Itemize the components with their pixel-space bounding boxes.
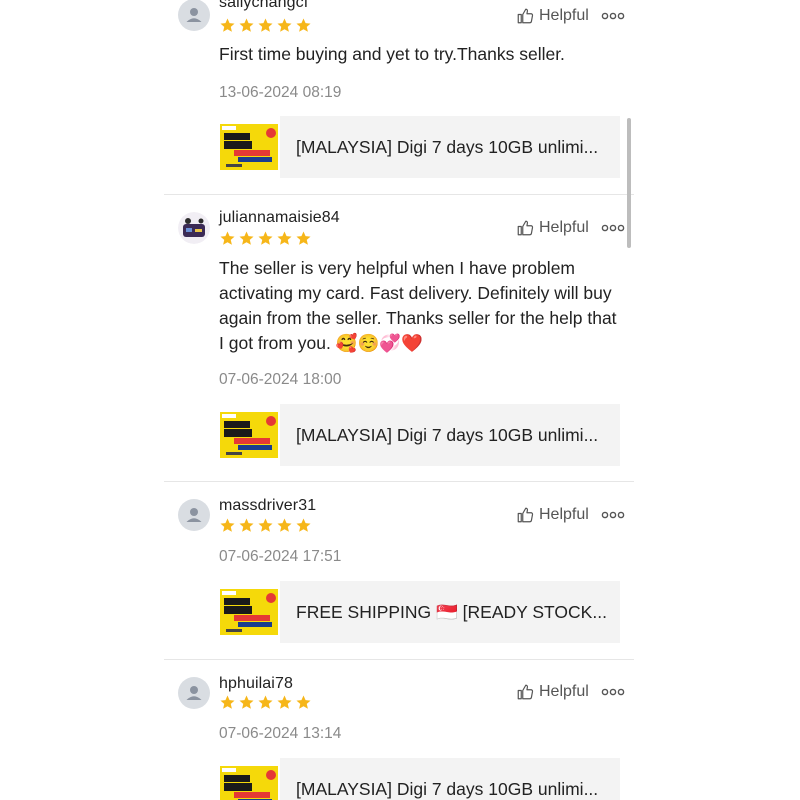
star-icon	[239, 18, 254, 32]
more-options-icon[interactable]	[601, 223, 625, 233]
avatar[interactable]	[178, 0, 210, 31]
scrollbar[interactable]	[627, 118, 631, 248]
user-placeholder-icon	[186, 686, 202, 700]
star-icon	[220, 18, 235, 32]
star-icon	[277, 18, 292, 32]
product-title: FREE SHIPPING 🇸🇬 [READY STOCK...	[296, 601, 607, 622]
product-thumbnail	[218, 581, 280, 643]
thumbs-up-icon	[517, 220, 534, 236]
helpful-label: Helpful	[539, 219, 589, 236]
product-title: [MALAYSIA] Digi 7 days 10GB unlimi...	[296, 778, 599, 799]
user-placeholder-icon	[186, 508, 202, 522]
review-username[interactable]: juliannamaisie84	[219, 209, 340, 227]
star-icon	[220, 695, 235, 709]
digi-prepaid-card-image	[220, 124, 278, 170]
review-text: First time buying and yet to try.Thanks …	[219, 44, 565, 64]
star-icon	[258, 231, 273, 245]
review-username[interactable]: hphuilai78	[219, 675, 293, 693]
star-icon	[239, 231, 254, 245]
product-card[interactable]: [MALAYSIA] Digi 7 days 10GB unlimi...	[218, 758, 620, 800]
star-icon	[239, 518, 254, 532]
review-date: 07-06-2024 18:00	[219, 371, 342, 388]
more-options-icon[interactable]	[601, 687, 625, 697]
rating-stars	[219, 517, 312, 534]
review-date: 07-06-2024 13:14	[219, 725, 342, 742]
profile-photo	[178, 212, 210, 244]
product-thumbnail	[218, 758, 280, 800]
product-title: [MALAYSIA] Digi 7 days 10GB unlimi...	[296, 424, 599, 445]
star-icon	[220, 518, 235, 532]
star-icon	[239, 695, 254, 709]
review-username[interactable]: massdriver31	[219, 497, 316, 515]
avatar[interactable]	[178, 212, 210, 244]
helpful-button[interactable]: Helpful	[516, 7, 589, 25]
digi-prepaid-card-image	[220, 766, 278, 800]
more-options-icon[interactable]	[601, 510, 625, 520]
product-title: [MALAYSIA] Digi 7 days 10GB unlimi...	[296, 136, 599, 157]
review-item: juliannamaisie84 Helpful The seller is v…	[164, 194, 634, 482]
product-card[interactable]: [MALAYSIA] Digi 7 days 10GB unlimi...	[218, 116, 620, 178]
product-card[interactable]: [MALAYSIA] Digi 7 days 10GB unlimi...	[218, 404, 620, 466]
product-thumbnail	[218, 116, 280, 178]
review-text: The seller is very helpful when I have p…	[219, 258, 617, 353]
star-icon	[296, 518, 311, 532]
reviews-list[interactable]: sallychangcf Helpful First time buying a…	[164, 0, 634, 800]
star-icon	[296, 231, 311, 245]
helpful-label: Helpful	[539, 683, 589, 700]
star-icon	[277, 518, 292, 532]
rating-stars	[219, 17, 312, 34]
rating-stars	[219, 230, 312, 247]
user-placeholder-icon	[186, 8, 202, 22]
helpful-button[interactable]: Helpful	[516, 219, 589, 237]
star-icon	[296, 695, 311, 709]
star-icon	[296, 18, 311, 32]
avatar[interactable]	[178, 499, 210, 531]
thumbs-up-icon	[517, 684, 534, 700]
helpful-button[interactable]: Helpful	[516, 506, 589, 524]
review-item: sallychangcf Helpful First time buying a…	[164, 0, 634, 195]
avatar[interactable]	[178, 677, 210, 709]
star-icon	[258, 518, 273, 532]
rating-stars	[219, 694, 312, 711]
star-icon	[220, 231, 235, 245]
review-item: massdriver31 Helpful 07-06-2024 17:51 FR…	[164, 481, 634, 660]
review-date: 13-06-2024 08:19	[219, 84, 342, 101]
helpful-button[interactable]: Helpful	[516, 683, 589, 701]
thumbs-up-icon	[517, 507, 534, 523]
helpful-label: Helpful	[539, 7, 589, 24]
star-icon	[258, 695, 273, 709]
star-icon	[258, 18, 273, 32]
thumbs-up-icon	[517, 8, 534, 24]
review-item: hphuilai78 Helpful 07-06-2024 13:14 [MAL…	[164, 659, 634, 800]
digi-prepaid-card-image	[220, 589, 278, 635]
more-options-icon[interactable]	[601, 11, 625, 21]
product-thumbnail	[218, 404, 280, 466]
digi-prepaid-card-image	[220, 412, 278, 458]
star-icon	[277, 231, 292, 245]
star-icon	[277, 695, 292, 709]
review-username[interactable]: sallychangcf	[219, 0, 308, 12]
review-date: 07-06-2024 17:51	[219, 548, 342, 565]
helpful-label: Helpful	[539, 506, 589, 523]
product-card[interactable]: FREE SHIPPING 🇸🇬 [READY STOCK...	[218, 581, 620, 643]
